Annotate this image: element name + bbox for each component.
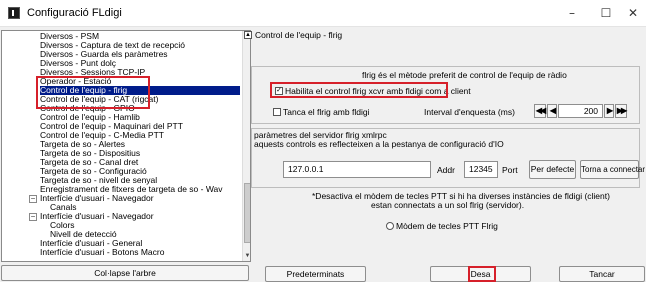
close-window-button[interactable]: ✕ <box>620 0 646 27</box>
collapse-arrow-icon[interactable]: ▲ <box>244 31 252 39</box>
poll-interval-label: Interval d'enquesta (ms) <box>424 107 515 117</box>
defaults-button[interactable]: Per defecte <box>529 160 576 179</box>
window-title: Configuració FLdigi <box>27 7 122 19</box>
fldigi-app-icon <box>8 7 20 19</box>
port-input[interactable]: 12345 <box>464 161 498 178</box>
poll-back-button[interactable]: ◀ <box>547 104 557 118</box>
poll-interval-input[interactable]: 200 <box>558 104 603 118</box>
tree-item[interactable]: Interfície d'usuari - Botons Macro <box>40 248 164 257</box>
poll-fast-back-button[interactable]: ◀◀ <box>534 104 546 118</box>
collapse-tree-button[interactable]: Col·lapse l'arbre <box>1 265 249 281</box>
enable-flrig-label: Habilita el control flrig xcvr amb fldig… <box>285 86 471 96</box>
config-tree[interactable]: Diversos - PSM Diversos - Captura de tex… <box>1 30 251 262</box>
panel-header: Control de l'equip - flrig <box>255 30 343 40</box>
ptt-warning-line2: estan connectats a un sol flrig (servido… <box>371 200 525 210</box>
poll-forward-button[interactable]: ▶ <box>604 104 614 118</box>
ptt-modem-radio[interactable] <box>386 222 394 230</box>
restore-defaults-button[interactable]: Predeterminats <box>265 266 366 282</box>
reconnect-button[interactable]: Torna a connectar <box>580 160 645 179</box>
port-label: Port <box>502 165 518 175</box>
close-flrig-checkbox[interactable] <box>273 108 281 116</box>
tree-collapse-toggle[interactable]: − <box>29 213 37 221</box>
flrig-intro-text: flrig és el mètode preferit de control d… <box>362 70 567 80</box>
tree-scrollbar[interactable]: ▲ ▼ <box>242 31 250 261</box>
save-button[interactable]: Desa <box>430 266 531 282</box>
ptt-modem-label: Mòdem de tecles PTT Flrig <box>396 221 498 231</box>
title-bar: Configuració FLdigi – ☐ ✕ <box>0 0 646 27</box>
tree-collapse-toggle[interactable]: − <box>29 195 37 203</box>
scroll-down-icon[interactable]: ▼ <box>243 252 250 261</box>
poll-fast-forward-button[interactable]: ▶▶ <box>615 104 627 118</box>
xmlrpc-note: aquests controls es reflecteixen a la pe… <box>254 139 504 149</box>
addr-label: Addr <box>437 165 455 175</box>
close-config-button[interactable]: Tancar <box>559 266 645 282</box>
addr-input[interactable]: 127.0.0.1 <box>283 161 431 178</box>
enable-flrig-checkbox[interactable]: ✓ <box>275 87 283 95</box>
scroll-thumb[interactable] <box>244 183 250 243</box>
close-flrig-label: Tanca el flrig amb fldigi <box>283 107 370 117</box>
